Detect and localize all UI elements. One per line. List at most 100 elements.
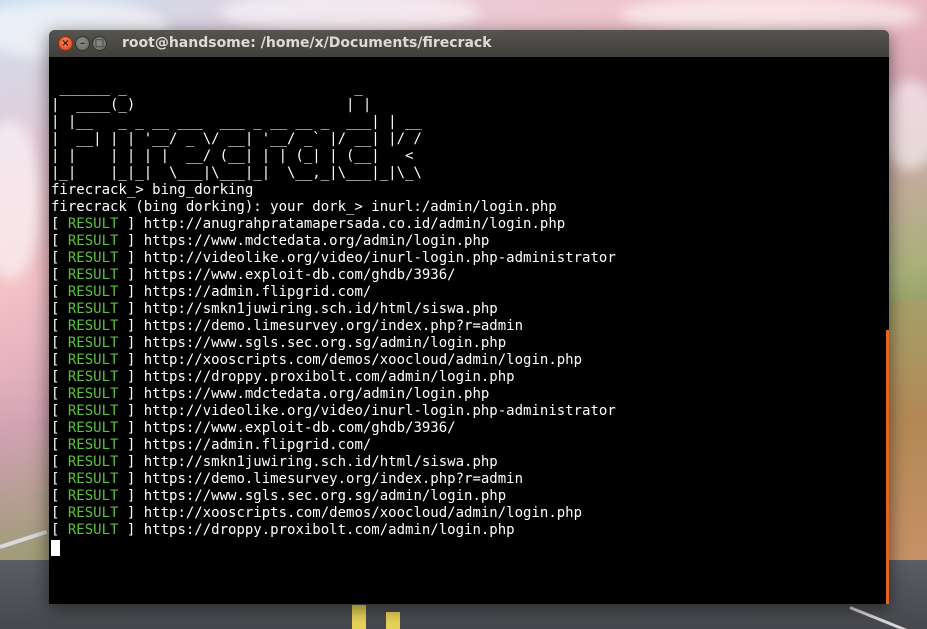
wallpaper-road-line: [386, 612, 400, 629]
result-bracket-open: [: [51, 488, 68, 504]
result-label: RESULT: [67, 267, 119, 283]
result-bracket-close: ]: [118, 471, 144, 487]
result-line: [ RESULT ] https://demo.limesurvey.org/i…: [51, 318, 881, 335]
result-url: https://www.mdctedata.org/admin/login.ph…: [143, 233, 490, 249]
ascii-banner: ______ _ _ | ____(_) | | | |__ _ _ __ __…: [51, 80, 422, 181]
result-url: https://admin.flipgrid.com/: [143, 437, 372, 453]
result-label: RESULT: [67, 505, 119, 521]
minimize-button[interactable]: –: [75, 36, 90, 51]
result-bracket-close: ]: [118, 318, 144, 334]
results-list: [ RESULT ] http://anugrahpratamapersada.…: [51, 216, 881, 539]
result-label: RESULT: [67, 318, 119, 334]
terminal-output[interactable]: ______ _ _ | ____(_) | | | |__ _ _ __ __…: [51, 80, 881, 556]
result-line: [ RESULT ] https://droppy.proxibolt.com/…: [51, 522, 881, 539]
result-bracket-close: ]: [118, 250, 144, 266]
minimize-icon: –: [80, 38, 85, 49]
result-label: RESULT: [67, 233, 119, 249]
result-bracket-close: ]: [118, 233, 144, 249]
result-url: http://videolike.org/video/inurl-login.p…: [143, 250, 616, 266]
result-line: [ RESULT ] http://xooscripts.com/demos/x…: [51, 505, 881, 522]
result-label: RESULT: [67, 335, 119, 351]
result-label: RESULT: [67, 369, 119, 385]
terminal-window[interactable]: × – □ root@handsome: /home/x/Documents/f…: [49, 30, 889, 604]
result-label: RESULT: [67, 437, 119, 453]
result-bracket-open: [: [51, 386, 68, 402]
result-bracket-open: [: [51, 335, 68, 351]
wallpaper-cloud: [0, 120, 40, 280]
close-icon: ×: [61, 38, 70, 49]
result-bracket-close: ]: [118, 403, 144, 419]
result-bracket-open: [: [51, 352, 68, 368]
prompt-command-line: firecrack_> bing_dorking: [51, 182, 254, 198]
result-bracket-close: ]: [118, 267, 144, 283]
result-url: https://www.sgls.sec.org.sg/admin/login.…: [143, 488, 507, 504]
close-button[interactable]: ×: [58, 36, 73, 51]
result-bracket-open: [: [51, 437, 68, 453]
result-line: [ RESULT ] http://anugrahpratamapersada.…: [51, 216, 881, 233]
result-line: [ RESULT ] https://www.sgls.sec.org.sg/a…: [51, 335, 881, 352]
result-url: http://videolike.org/video/inurl-login.p…: [143, 403, 616, 419]
result-url: http://smkn1juwiring.sch.id/html/siswa.p…: [143, 301, 498, 317]
result-bracket-close: ]: [118, 488, 144, 504]
wallpaper-trees: [887, 300, 927, 560]
result-label: RESULT: [67, 471, 119, 487]
result-label: RESULT: [67, 522, 119, 538]
text-cursor: [51, 540, 60, 556]
result-url: https://droppy.proxibolt.com/admin/login…: [143, 369, 515, 385]
wallpaper-road-line: [0, 529, 48, 549]
result-bracket-close: ]: [118, 284, 144, 300]
result-label: RESULT: [67, 420, 119, 436]
input-line[interactable]: [51, 539, 881, 556]
result-bracket-open: [: [51, 216, 68, 232]
result-line: [ RESULT ] https://www.mdctedata.org/adm…: [51, 233, 881, 250]
result-line: [ RESULT ] http://smkn1juwiring.sch.id/h…: [51, 301, 881, 318]
window-title: root@handsome: /home/x/Documents/firecra…: [122, 35, 492, 51]
result-url: http://xooscripts.com/demos/xoocloud/adm…: [143, 505, 583, 521]
result-line: [ RESULT ] https://admin.flipgrid.com/: [51, 284, 881, 301]
result-bracket-open: [: [51, 250, 68, 266]
result-url: https://droppy.proxibolt.com/admin/login…: [143, 522, 515, 538]
result-bracket-close: ]: [118, 454, 144, 470]
result-line: [ RESULT ] https://www.exploit-db.com/gh…: [51, 420, 881, 437]
result-label: RESULT: [67, 216, 119, 232]
result-label: RESULT: [67, 488, 119, 504]
result-line: [ RESULT ] https://droppy.proxibolt.com/…: [51, 369, 881, 386]
result-bracket-open: [: [51, 454, 68, 470]
result-bracket-open: [: [51, 420, 68, 436]
result-line: [ RESULT ] http://videolike.org/video/in…: [51, 403, 881, 420]
result-label: RESULT: [67, 250, 119, 266]
result-label: RESULT: [67, 284, 119, 300]
result-bracket-open: [: [51, 267, 68, 283]
result-bracket-open: [: [51, 301, 68, 317]
maximize-icon: □: [94, 38, 105, 49]
result-url: https://demo.limesurvey.org/index.php?r=…: [143, 318, 524, 334]
window-titlebar[interactable]: × – □ root@handsome: /home/x/Documents/f…: [49, 30, 889, 57]
wallpaper-road-line: [352, 605, 366, 629]
result-url: https://www.exploit-db.com/ghdb/3936/: [143, 267, 456, 283]
scrollbar[interactable]: [886, 330, 889, 604]
result-url: https://www.exploit-db.com/ghdb/3936/: [143, 420, 456, 436]
result-bracket-open: [: [51, 233, 68, 249]
maximize-button[interactable]: □: [92, 36, 107, 51]
result-bracket-open: [: [51, 522, 68, 538]
result-bracket-open: [: [51, 403, 68, 419]
result-bracket-close: ]: [118, 437, 144, 453]
result-bracket-open: [: [51, 471, 68, 487]
result-line: [ RESULT ] https://demo.limesurvey.org/i…: [51, 471, 881, 488]
result-line: [ RESULT ] https://www.mdctedata.org/adm…: [51, 386, 881, 403]
result-url: http://xooscripts.com/demos/xoocloud/adm…: [143, 352, 583, 368]
result-url: https://demo.limesurvey.org/index.php?r=…: [143, 471, 524, 487]
result-bracket-open: [: [51, 369, 68, 385]
result-bracket-open: [: [51, 318, 68, 334]
result-label: RESULT: [67, 352, 119, 368]
result-label: RESULT: [67, 301, 119, 317]
result-bracket-close: ]: [118, 352, 144, 368]
result-label: RESULT: [67, 403, 119, 419]
result-bracket-open: [: [51, 284, 68, 300]
result-line: [ RESULT ] https://admin.flipgrid.com/: [51, 437, 881, 454]
result-bracket-close: ]: [118, 420, 144, 436]
result-url: https://admin.flipgrid.com/: [143, 284, 372, 300]
result-bracket-close: ]: [118, 335, 144, 351]
result-bracket-close: ]: [118, 505, 144, 521]
result-label: RESULT: [67, 386, 119, 402]
